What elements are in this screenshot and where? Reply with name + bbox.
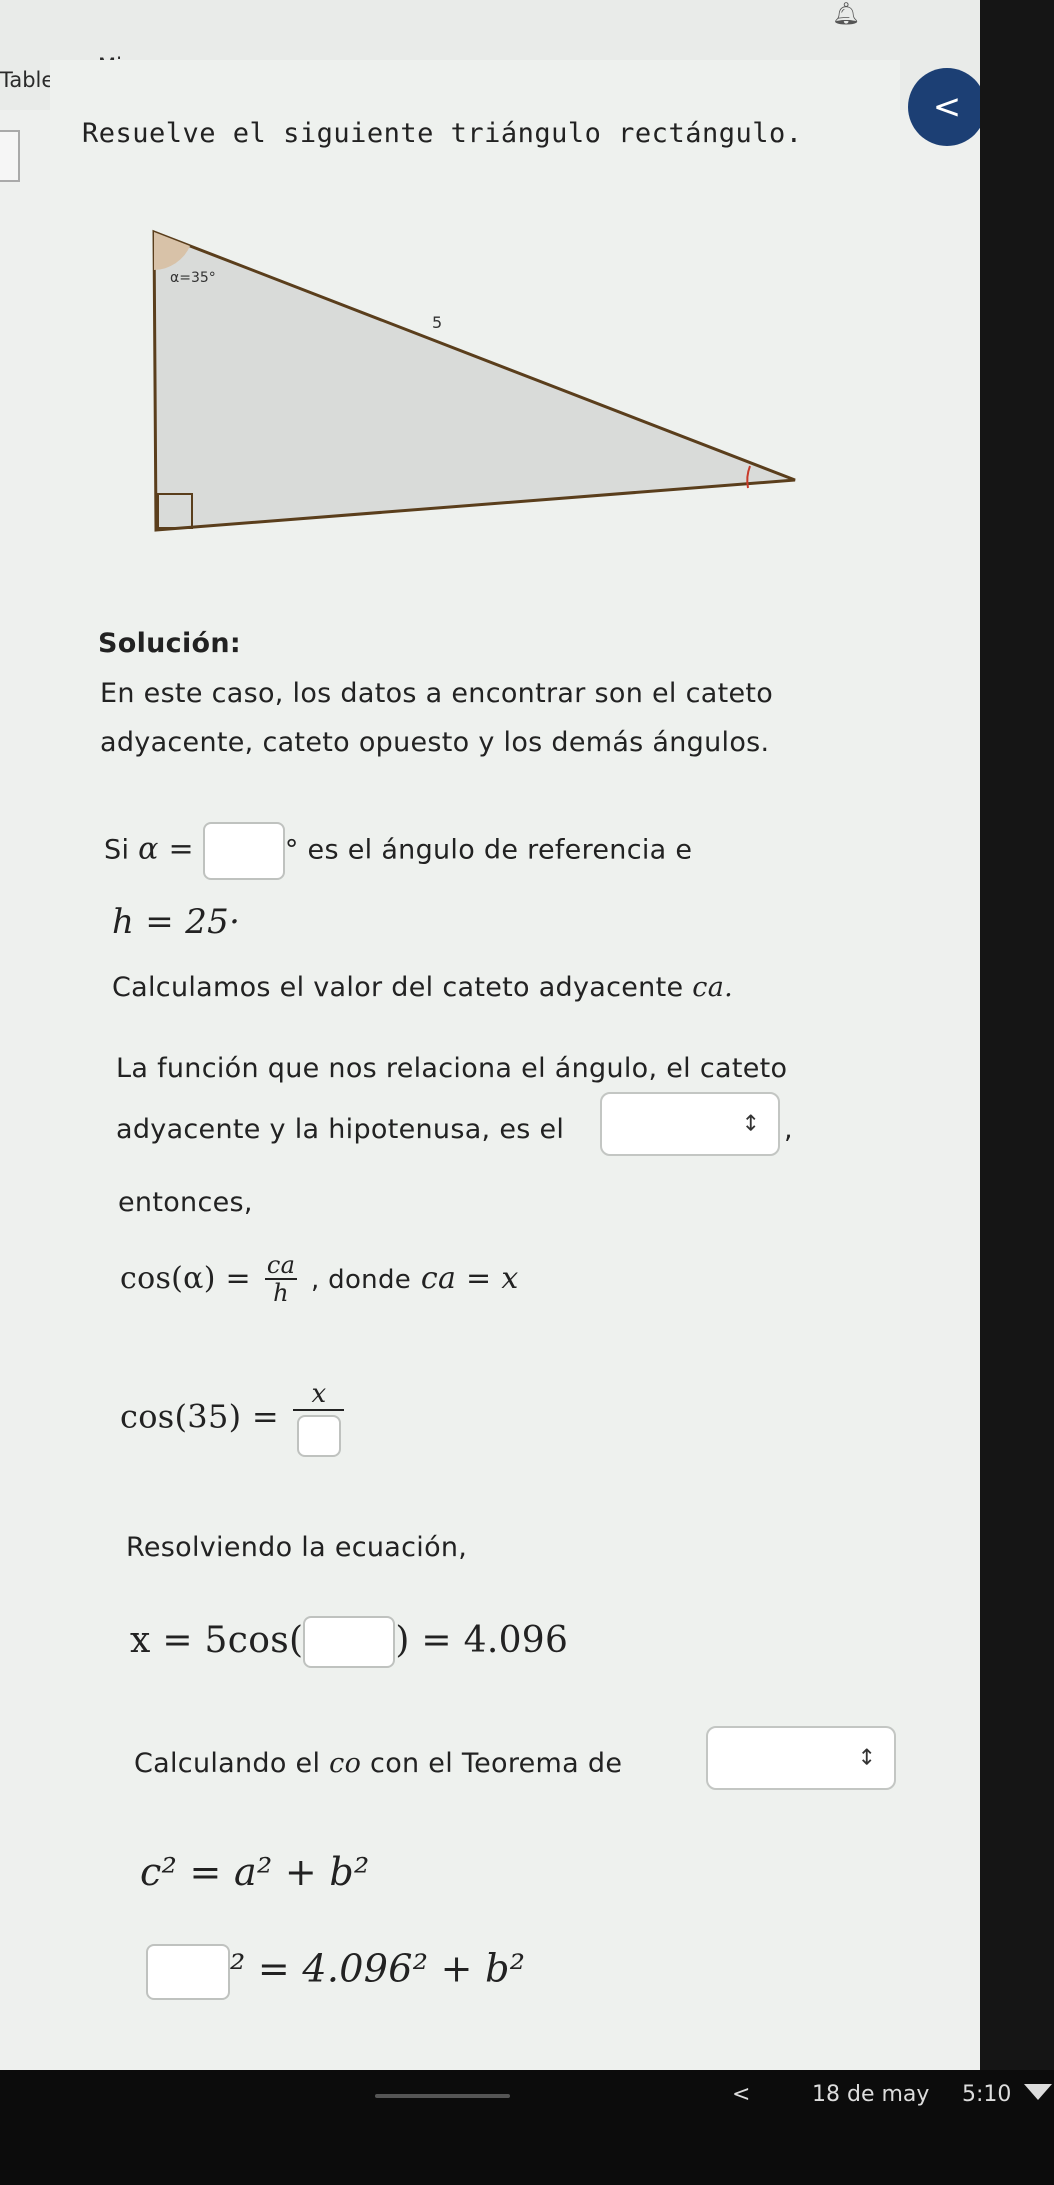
pythagoras-rhs: ² = 4.096² + b² (230, 1946, 526, 1991)
theorem-select[interactable]: ↕ (706, 1726, 896, 1790)
entonces-text: entonces, (118, 1187, 253, 1218)
question-title: Resuelve el siguiente triángulo rectángu… (82, 118, 803, 149)
fraction-x-blank: x (293, 1380, 345, 1457)
trig-function-select[interactable]: ↕ (600, 1092, 780, 1156)
solution-paragraph-line2: adyacente, cateto opuesto y los demás án… (100, 727, 770, 758)
cos35-lhs: cos(35) = (120, 1397, 279, 1436)
ca-symbol: ca. (692, 972, 733, 1003)
solution-paragraph-line1: En este caso, los datos a encontrar son … (100, 678, 774, 709)
select-arrows-icon: ↕ (857, 1745, 876, 1771)
c-input[interactable] (146, 1944, 230, 2000)
alpha-line: Si α = ° es el ángulo de referencia e (104, 822, 692, 880)
bezel-right (980, 0, 1054, 2070)
triangle-svg (152, 229, 796, 532)
angle-input[interactable] (303, 1616, 396, 1668)
donde-text: , donde (311, 1264, 412, 1295)
calc-co-text: Calculando el (134, 1748, 321, 1779)
cos35-equation: cos(35) = x (120, 1380, 348, 1457)
function-line1: La función que nos relaciona el ángulo, … (116, 1053, 788, 1084)
chevron-left-icon[interactable]: < (732, 2082, 750, 2107)
pythagoras-substitution: ² = 4.096² + b² (146, 1944, 525, 2000)
cos-alpha-lhs: cos(α) = (120, 1260, 251, 1296)
triangle-figure: α=35° 5 (150, 220, 810, 540)
fraction-ca-h: ca h (264, 1251, 298, 1308)
shelf-handle[interactable] (375, 2094, 510, 2098)
side-panel-toggle[interactable] (0, 130, 20, 182)
si-label: Si (104, 834, 130, 866)
solution-heading: Solución: (98, 628, 241, 659)
fraction-numerator: ca (264, 1251, 298, 1281)
calc-ca-text: Calculamos el valor del cateto adyacente (112, 972, 684, 1003)
function-line2: adyacente y la hipotenusa, es el (116, 1114, 565, 1145)
select-arrows-icon: ↕ (741, 1111, 760, 1137)
cos-alpha-equation: cos(α) = ca h , donde ca = x (120, 1252, 519, 1307)
screen: Tablero Mis cursos 🔔︎ < Resuelve el sigu… (0, 0, 980, 2070)
x-equation: x = 5cos( ) = 4.096 (130, 1616, 568, 1668)
calc-co-line: Calculando el co con el Teorema de (134, 1748, 622, 1779)
h-equation: h = 25· (112, 902, 241, 942)
x-eq-lhs: x = 5cos( (130, 1620, 304, 1661)
chevron-left-icon: < (932, 87, 962, 127)
teorema-text: con el Teorema de (370, 1748, 623, 1779)
comma: , (784, 1114, 793, 1145)
co-symbol: co (329, 1748, 362, 1779)
taskbar-date: 18 de may (812, 2082, 930, 2107)
triangle-shape (152, 229, 796, 532)
back-button[interactable]: < (908, 68, 980, 146)
hypotenuse-label: 5 (432, 313, 443, 332)
angle-alpha-label: α=35° (170, 270, 216, 286)
pythagoras-equation: c² = a² + b² (140, 1850, 370, 1894)
wifi-icon (1024, 2084, 1052, 2100)
fraction-denominator: h (273, 1279, 289, 1308)
resolviendo-text: Resolviendo la ecuación, (126, 1532, 468, 1563)
alpha-eq: α = (138, 831, 194, 867)
notification-bell-icon[interactable]: 🔔︎ (832, 2, 860, 27)
x-eq-result: ) = 4.096 (395, 1620, 569, 1661)
calc-ca-line: Calculamos el valor del cateto adyacente… (112, 972, 733, 1003)
ref-text: ° es el ángulo de referencia e (284, 834, 693, 866)
system-taskbar: < 18 de may 5:10 (0, 2070, 1054, 2185)
alpha-input[interactable] (202, 822, 285, 880)
fraction-numerator-x: x (293, 1380, 345, 1411)
taskbar-time: 5:10 (962, 2082, 1012, 2107)
ca-eq-x: ca = x (420, 1260, 519, 1296)
hypotenuse-input[interactable] (296, 1414, 341, 1457)
